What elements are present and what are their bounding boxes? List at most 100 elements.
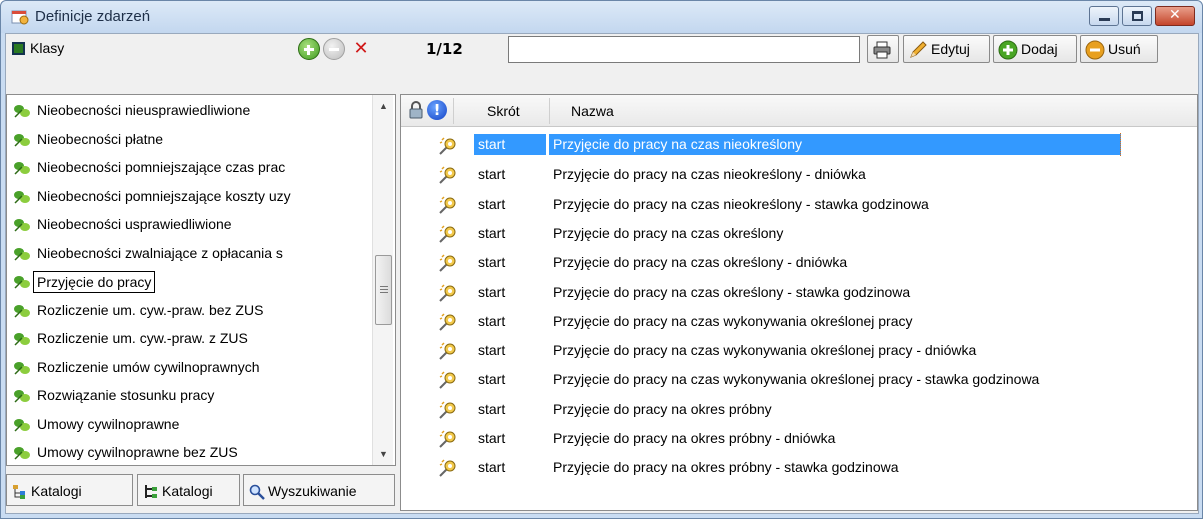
focus-indicator xyxy=(1119,133,1121,156)
classes-icon xyxy=(12,42,25,55)
pencil-icon xyxy=(910,41,927,58)
list-item-label: Nieobecności pomniejszające koszty uzy xyxy=(37,187,291,204)
table-row[interactable]: start Przyjęcie do pracy na okres próbny xyxy=(401,395,1197,424)
cell-shortcut: start xyxy=(478,342,506,359)
event-key-icon xyxy=(439,342,459,360)
column-header-shortcut[interactable]: Skrót xyxy=(487,103,520,119)
table-row[interactable]: start Przyjęcie do pracy na czas określon… xyxy=(401,219,1197,248)
cell-name: Przyjęcie do pracy na czas określony - s… xyxy=(553,283,911,300)
lock-icon[interactable] xyxy=(409,101,423,119)
list-item-label: Nieobecności płatne xyxy=(37,130,164,147)
add-class-button[interactable] xyxy=(298,38,320,60)
leaf-icon xyxy=(13,133,31,147)
table-row[interactable]: start Przyjęcie do pracy na czas wykonywa… xyxy=(401,307,1197,336)
leaf-icon xyxy=(13,446,31,460)
cell-shortcut: start xyxy=(478,195,506,212)
cell-name: Przyjęcie do pracy na czas wykonywania o… xyxy=(553,342,977,359)
classes-list[interactable]: Nieobecności nieusprawiedliwione Nieobecn… xyxy=(6,94,396,466)
table-row[interactable]: start Przyjęcie do pracy na czas nieokreś… xyxy=(401,190,1197,219)
print-button[interactable] xyxy=(867,35,899,63)
cell-name: Przyjęcie do pracy na czas określony - d… xyxy=(553,254,848,271)
table-row[interactable]: start Przyjęcie do pracy na okres próbny … xyxy=(401,424,1197,453)
cell-name: Przyjęcie do pracy na czas nieokreślony … xyxy=(553,166,866,183)
info-icon[interactable]: ! xyxy=(427,100,447,120)
list-item[interactable]: Rozwiązanie stosunku pracy xyxy=(7,382,370,410)
cell-name: Przyjęcie do pracy na czas nieokreślony … xyxy=(553,195,929,212)
leaf-icon xyxy=(13,361,31,375)
event-key-icon xyxy=(439,430,459,448)
edit-label: Edytuj xyxy=(931,41,970,57)
cell-name: Przyjęcie do pracy na okres próbny xyxy=(553,400,772,417)
event-key-icon xyxy=(439,313,459,331)
table-row[interactable]: start Przyjęcie do pracy na czas określon… xyxy=(401,248,1197,277)
delete-class-button[interactable]: ✕ xyxy=(350,38,372,60)
list-item-label: Nieobecności nieusprawiedliwione xyxy=(37,102,251,118)
plus-circle-icon xyxy=(998,40,1018,60)
list-item[interactable]: Rozliczenie um. cyw.-praw. z ZUS xyxy=(7,325,370,353)
cell-name: Przyjęcie do pracy na czas nieokreślony xyxy=(549,134,1121,155)
classes-scrollbar[interactable]: ▲ ▼ xyxy=(372,95,393,465)
event-key-icon xyxy=(439,459,459,478)
add-label: Dodaj xyxy=(1021,41,1058,57)
list-item-label: Przyjęcie do pracy xyxy=(33,271,156,293)
close-button[interactable]: ✕ xyxy=(1155,6,1195,26)
tab-catalogs-1[interactable]: Katalogi xyxy=(6,474,133,506)
remove-button[interactable]: Usuń xyxy=(1080,35,1158,63)
list-item[interactable]: Nieobecności usprawiedliwione xyxy=(7,211,370,239)
title-bar[interactable]: Definicje zdarzeń ✕ xyxy=(1,1,1202,33)
tab-label: Katalogi xyxy=(31,483,82,499)
add-button[interactable]: Dodaj xyxy=(993,35,1077,63)
maximize-button[interactable] xyxy=(1122,6,1152,26)
event-key-icon xyxy=(439,283,459,302)
cell-name: Przyjęcie do pracy na okres próbny - dni… xyxy=(553,430,836,446)
scroll-thumb[interactable] xyxy=(375,255,392,325)
list-item[interactable]: Przyjęcie do pracy xyxy=(7,268,370,296)
cell-shortcut: start xyxy=(478,371,506,388)
list-item[interactable]: Nieobecności pomniejszające czas prac xyxy=(7,154,370,182)
event-key-icon xyxy=(439,137,459,155)
filter-input[interactable] xyxy=(508,36,860,63)
tab-catalogs-2[interactable]: Katalogi xyxy=(137,474,240,506)
cell-shortcut: start xyxy=(478,459,506,476)
table-row[interactable]: start Przyjęcie do pracy na czas wykonywa… xyxy=(401,365,1197,394)
table-row[interactable]: start Przyjęcie do pracy na czas nieokreś… xyxy=(401,131,1197,160)
table-row[interactable]: start Przyjęcie do pracy na czas wykonywa… xyxy=(401,336,1197,365)
tree-structure-icon xyxy=(145,485,157,498)
list-item[interactable]: Nieobecności zwalniające z opłacania s xyxy=(7,240,370,268)
column-header-name[interactable]: Nazwa xyxy=(571,103,614,119)
list-item-label: Umowy cywilnoprawne xyxy=(37,415,180,432)
printer-icon xyxy=(873,41,891,59)
table-row[interactable]: start Przyjęcie do pracy na czas określon… xyxy=(401,278,1197,307)
scroll-down-icon[interactable]: ▼ xyxy=(373,445,394,463)
cell-shortcut: start xyxy=(478,254,506,271)
tab-search[interactable]: Wyszukiwanie xyxy=(243,474,395,506)
leaf-icon xyxy=(13,104,31,118)
minimize-button[interactable] xyxy=(1089,6,1119,26)
events-grid[interactable]: ! Skrót Nazwa start Przyjęcie do pracy na… xyxy=(400,94,1198,511)
list-item[interactable]: Nieobecności nieusprawiedliwione xyxy=(7,97,370,125)
list-item[interactable]: Umowy cywilnoprawne bez ZUS xyxy=(7,439,370,465)
event-key-icon xyxy=(439,401,459,419)
list-item-label: Umowy cywilnoprawne bez ZUS xyxy=(37,444,238,460)
list-item[interactable]: Rozliczenie umów cywilnoprawnych xyxy=(7,354,370,382)
scroll-up-icon[interactable]: ▲ xyxy=(373,97,394,115)
edit-button[interactable]: Edytuj xyxy=(903,35,990,63)
leaf-icon xyxy=(13,389,31,403)
cell-name: Przyjęcie do pracy na czas wykonywania o… xyxy=(553,371,1040,388)
cell-shortcut: start xyxy=(478,400,506,417)
event-key-icon xyxy=(439,371,459,390)
list-item[interactable]: Rozliczenie um. cyw.-praw. bez ZUS xyxy=(7,297,370,325)
list-item-label: Rozliczenie umów cywilnoprawnych xyxy=(37,358,260,375)
table-row[interactable]: start Przyjęcie do pracy na czas nieokreś… xyxy=(401,160,1197,189)
cell-name: Przyjęcie do pracy na czas określony xyxy=(553,224,784,241)
cell-name: Przyjęcie do pracy na okres próbny - sta… xyxy=(553,459,899,476)
grid-header: ! Skrót Nazwa xyxy=(401,95,1197,127)
list-item-label: Rozliczenie um. cyw.-praw. bez ZUS xyxy=(37,301,264,318)
list-item[interactable]: Umowy cywilnoprawne xyxy=(7,411,370,439)
cell-shortcut: start xyxy=(474,134,546,155)
remove-class-button[interactable] xyxy=(323,38,345,60)
list-item[interactable]: Nieobecności płatne xyxy=(7,126,370,154)
classes-header: Klasy ✕ xyxy=(6,34,396,64)
table-row[interactable]: start Przyjęcie do pracy na okres próbny … xyxy=(401,453,1197,482)
list-item[interactable]: Nieobecności pomniejszające koszty uzy xyxy=(7,183,370,211)
